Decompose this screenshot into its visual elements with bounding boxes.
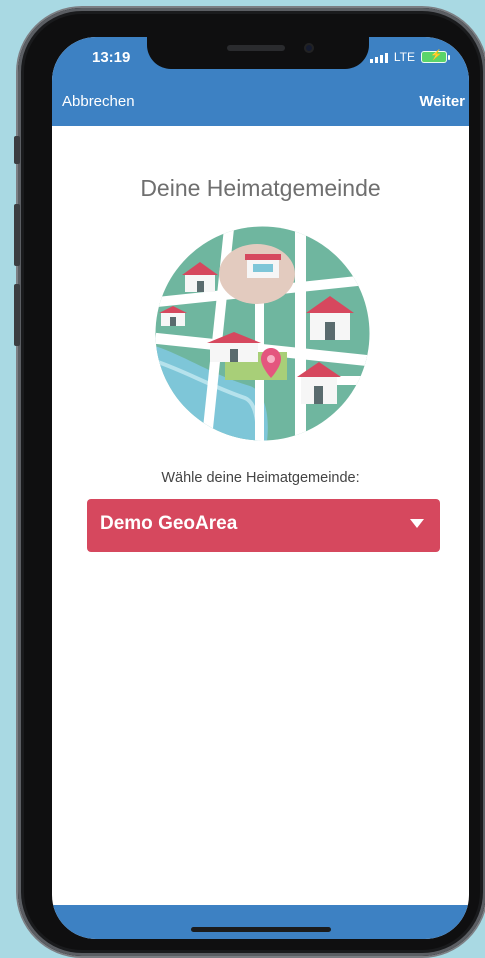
home-indicator[interactable] bbox=[191, 927, 331, 932]
map-illustration bbox=[155, 226, 370, 441]
home-municipality-select[interactable]: Demo GeoArea bbox=[87, 499, 440, 552]
notch bbox=[147, 37, 369, 69]
signal-icon bbox=[369, 52, 388, 63]
next-button[interactable]: Weiter bbox=[419, 93, 465, 110]
battery-icon: ⚡ bbox=[421, 50, 450, 63]
volume-down-button bbox=[14, 284, 20, 346]
bottom-bar bbox=[52, 905, 469, 939]
chevron-down-icon bbox=[410, 519, 424, 528]
select-value: Demo GeoArea bbox=[100, 513, 238, 534]
select-prompt: Wähle deine Heimatgemeinde: bbox=[161, 470, 360, 486]
status-indicators: LTE ⚡ bbox=[369, 50, 450, 64]
network-type: LTE bbox=[393, 50, 415, 64]
status-time: 13:19 bbox=[92, 49, 131, 66]
volume-up-button bbox=[14, 204, 20, 266]
front-camera bbox=[304, 43, 314, 53]
cancel-button[interactable]: Abbrechen bbox=[62, 93, 135, 110]
page-title: Deine Heimatgemeinde bbox=[140, 175, 381, 201]
screen: 13:19 LTE ⚡ Abbrechen Weiter Deine Heima… bbox=[52, 37, 469, 939]
mute-switch bbox=[14, 136, 20, 164]
speaker bbox=[227, 45, 285, 51]
